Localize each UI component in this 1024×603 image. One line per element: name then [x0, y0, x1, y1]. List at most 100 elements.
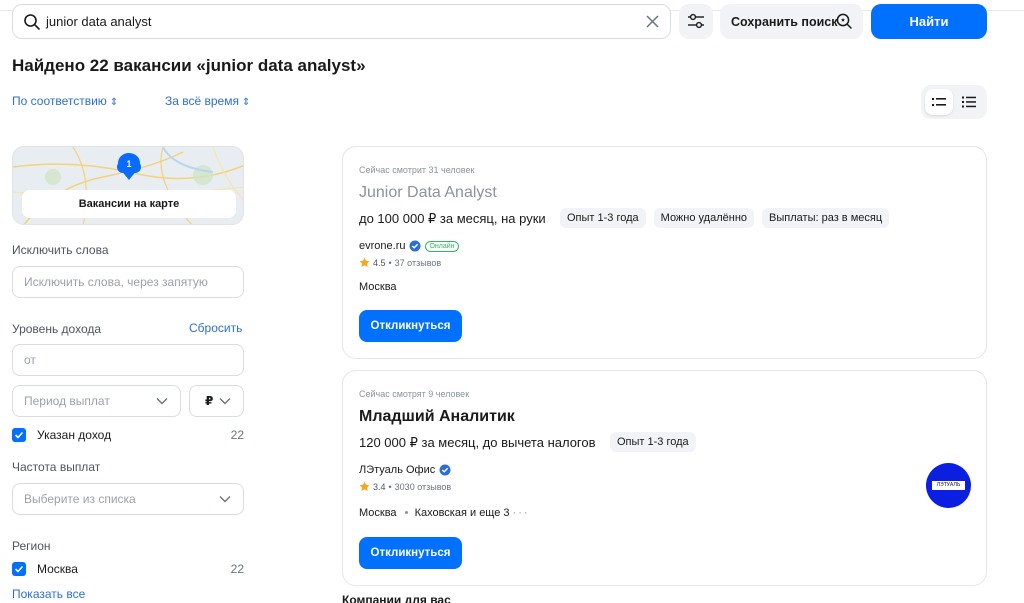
- company-name-link[interactable]: evrone.ru: [359, 240, 405, 252]
- map-pin-icon: 1: [117, 153, 141, 180]
- exclude-words-field[interactable]: Исключить слова, через запятую: [12, 266, 244, 298]
- vacancy-tags: Опыт 1-3 года: [610, 432, 696, 452]
- company-row: ЛЭтуаль Офис: [359, 464, 451, 476]
- chevron-down-icon: [219, 398, 231, 405]
- tag-chip: Можно удалённо: [653, 208, 755, 228]
- vacancy-tags: Опыт 1-3 года Можно удалённо Выплаты: ра…: [560, 208, 890, 228]
- vacancy-salary: до 100 000 ₽ за месяц, на руки: [359, 211, 546, 226]
- find-button-label: Найти: [909, 14, 949, 29]
- clear-icon[interactable]: [645, 14, 660, 29]
- company-logo-text: ЛЭТУАЛЬ: [932, 481, 965, 490]
- sort-period-dropdown[interactable]: За всё время ⇕: [165, 94, 250, 108]
- verified-icon: [409, 240, 421, 252]
- income-reset-link[interactable]: Сбросить: [189, 321, 242, 335]
- income-from-placeholder: от: [24, 353, 36, 367]
- respond-button[interactable]: Откликнуться: [359, 310, 462, 342]
- list-compact-icon: [932, 98, 946, 106]
- map-vacancies-button[interactable]: Вакансии на карте: [22, 190, 236, 218]
- list-detailed-icon: [962, 96, 976, 108]
- dot-separator: •: [388, 481, 392, 492]
- income-specified-checkbox[interactable]: Указан доход 22: [12, 427, 244, 443]
- find-button[interactable]: Найти: [871, 4, 987, 39]
- company-logo[interactable]: ЛЭТУАЛЬ: [926, 463, 971, 508]
- respond-label: Откликнуться: [370, 547, 451, 559]
- search-query: junior data analyst: [46, 14, 152, 29]
- sort-period-label: За всё время: [165, 94, 239, 108]
- verified-icon: [439, 464, 451, 476]
- income-label: Уровень дохода: [12, 322, 102, 336]
- updown-chevron-icon: ⇕: [241, 97, 251, 108]
- search-input[interactable]: junior data analyst: [12, 4, 671, 39]
- company-rating[interactable]: 3.4 • 3030 отзывов: [359, 481, 451, 492]
- metro-icon: [404, 510, 408, 514]
- checkbox-checked[interactable]: [12, 562, 26, 576]
- save-search-label: Сохранить поиск: [731, 15, 838, 29]
- vacancy-metro: Каховская и еще 3: [414, 507, 510, 519]
- chevron-down-icon: [156, 398, 168, 405]
- chevron-down-icon: [219, 496, 231, 503]
- view-detailed-button[interactable]: [955, 89, 983, 115]
- view-toggle: [921, 85, 987, 119]
- region-moscow-checkbox[interactable]: Москва 22: [12, 561, 244, 577]
- checkbox-checked[interactable]: [12, 428, 26, 442]
- payment-frequency-label: Частота выплат: [12, 460, 101, 474]
- exclude-words-label: Исключить слова: [12, 243, 109, 257]
- vacancy-card[interactable]: Сейчас смотрит 31 человек Junior Data An…: [342, 146, 987, 359]
- show-all-regions-link[interactable]: Показать все: [12, 587, 85, 601]
- check-icon: [14, 565, 24, 573]
- search-icon: [24, 14, 40, 30]
- star-icon: [359, 481, 370, 491]
- region-moscow-count: 22: [230, 562, 244, 576]
- tag-chip: Опыт 1-3 года: [560, 208, 646, 228]
- tag-chip: Выплаты: раз в месяц: [762, 208, 890, 228]
- payment-period-placeholder: Период выплат: [24, 394, 110, 408]
- vacancy-title-link[interactable]: Junior Data Analyst: [359, 184, 497, 202]
- watching-count: Сейчас смотрит 31 человек: [359, 165, 475, 175]
- updown-chevron-icon: ⇕: [109, 97, 119, 108]
- save-search-button[interactable]: Сохранить поиск: [720, 4, 863, 39]
- payment-period-select[interactable]: Период выплат: [12, 385, 181, 417]
- check-icon: [14, 431, 24, 439]
- vacancy-card[interactable]: Сейчас смотрят 9 человек Младший Аналити…: [342, 370, 987, 586]
- vacancy-location: Москва Каховская и еще 3 ···: [359, 507, 530, 519]
- region-moscow-label: Москва: [37, 562, 78, 576]
- sort-relevance-dropdown[interactable]: По соответствию ⇕: [12, 94, 118, 108]
- sort-relevance-label: По соответствию: [12, 94, 107, 108]
- rating-score: 3.4: [373, 481, 386, 492]
- payment-frequency-select[interactable]: Выберите из списка: [12, 483, 244, 515]
- currency-value: ₽: [205, 394, 214, 408]
- company-row: evrone.ru Онлайн: [359, 240, 459, 252]
- view-compact-button[interactable]: [925, 89, 953, 115]
- income-specified-count: 22: [230, 428, 244, 442]
- respond-button[interactable]: Откликнуться: [359, 537, 462, 569]
- company-name-link[interactable]: ЛЭтуаль Офис: [359, 464, 435, 476]
- currency-select[interactable]: ₽: [189, 385, 244, 417]
- advanced-filter-button[interactable]: [679, 4, 713, 39]
- vacancy-title-link[interactable]: Младший Аналитик: [359, 408, 515, 426]
- income-from-field[interactable]: от: [12, 344, 244, 376]
- map-pin-count: 1: [126, 159, 131, 169]
- vacancy-city: Москва: [359, 281, 397, 293]
- map-preview[interactable]: 1 Вакансии на карте: [12, 146, 244, 225]
- reviews-count: 3030 отзывов: [394, 481, 452, 492]
- vacancy-salary: 120 000 ₽ за месяц, до вычета налогов: [359, 435, 596, 450]
- companies-section-title: Компании для вас: [342, 593, 451, 603]
- payment-frequency-placeholder: Выберите из списка: [24, 492, 136, 506]
- region-label: Регион: [12, 539, 51, 553]
- dot-separator: •: [388, 257, 392, 268]
- vacancy-city: Москва: [359, 507, 397, 519]
- tag-chip: Опыт 1-3 года: [610, 432, 696, 452]
- star-icon: [359, 257, 370, 267]
- watching-count: Сейчас смотрят 9 человек: [359, 389, 470, 399]
- rating-score: 4.5: [373, 257, 386, 268]
- save-search-icon: [836, 13, 852, 29]
- filter-sliders-icon: [688, 13, 704, 29]
- reviews-count: 37 отзывов: [394, 257, 442, 268]
- page-title: Найдено 22 вакансии «junior data analyst…: [12, 56, 366, 75]
- respond-label: Откликнуться: [370, 320, 451, 332]
- income-specified-label: Указан доход: [37, 428, 112, 442]
- company-rating[interactable]: 4.5 • 37 отзывов: [359, 257, 441, 268]
- online-badge: Онлайн: [425, 240, 459, 252]
- exclude-words-placeholder: Исключить слова, через запятую: [24, 275, 208, 289]
- metro-more-dots: ···: [512, 507, 530, 519]
